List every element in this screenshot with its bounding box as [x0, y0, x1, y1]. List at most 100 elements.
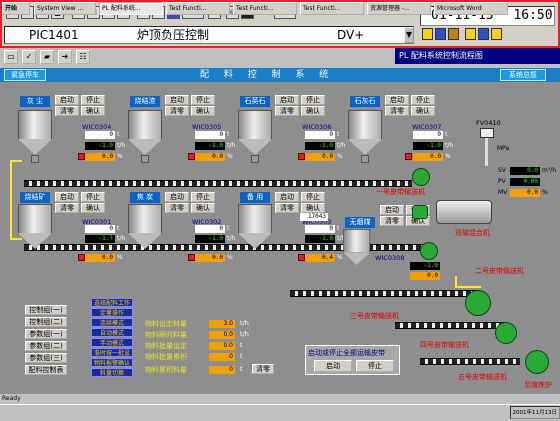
- batching-table-button[interactable]: 配料控制表: [25, 365, 67, 375]
- param-label: 物料批量设定: [145, 342, 187, 350]
- confirm-button[interactable]: 确认: [81, 203, 105, 213]
- unit-label: %: [227, 153, 233, 160]
- stop-button[interactable]: 停止: [191, 192, 215, 202]
- wic-tag: WIC0306: [302, 123, 332, 131]
- value-2: -1.0: [85, 142, 115, 150]
- task-test-2[interactable]: Test Functi...: [233, 2, 297, 15]
- value-2: -1.0: [413, 142, 443, 150]
- start-button[interactable]: 启动: [380, 205, 404, 215]
- mv-label: MV: [498, 189, 508, 196]
- value-1: 0: [305, 131, 335, 139]
- mode-select-button[interactable]: 选择配料工作模式: [91, 298, 133, 316]
- clear-button[interactable]: 清零: [165, 203, 189, 213]
- clear-button[interactable]: 清零: [380, 216, 404, 226]
- clear-button[interactable]: 清零: [55, 203, 79, 213]
- value-1: 0: [85, 131, 115, 139]
- wic-tag: WIC0304: [82, 123, 112, 131]
- window-icon[interactable]: ▭: [4, 50, 18, 64]
- alarm-indicator: [298, 254, 305, 261]
- stop-button[interactable]: 停止: [301, 95, 325, 105]
- control-group-1-button[interactable]: 控制组(一): [25, 305, 67, 315]
- start-all-button[interactable]: 启动: [314, 360, 352, 372]
- group-icon[interactable]: [448, 28, 459, 40]
- clear-button[interactable]: 清零: [165, 106, 189, 116]
- list-icon[interactable]: ☷: [76, 50, 90, 64]
- clear-button[interactable]: 清零: [385, 106, 409, 116]
- task-word[interactable]: Microsoft Word: [434, 2, 508, 15]
- mode-continuous-button[interactable]: 连续模式: [91, 318, 133, 327]
- stop-all-button[interactable]: 停止: [356, 360, 394, 372]
- stop-button[interactable]: 停止: [411, 95, 435, 105]
- start-button[interactable]: 启动: [55, 95, 79, 105]
- start-button[interactable]: 启动: [275, 192, 299, 202]
- stop-button[interactable]: 停止: [81, 95, 105, 105]
- hopper-label: 备 用: [240, 192, 270, 203]
- folder-icon[interactable]: ▰: [40, 50, 54, 64]
- param-value: 0: [209, 366, 235, 374]
- start-button[interactable]: 启动: [275, 95, 299, 105]
- start-button[interactable]: 启动: [55, 192, 79, 202]
- clear-total-button[interactable]: 清零: [252, 364, 274, 374]
- hopper-5: [18, 204, 52, 249]
- start-button[interactable]: 开始: [2, 2, 30, 15]
- arrow-icon[interactable]: ➜: [58, 50, 72, 64]
- mode-auto-button[interactable]: 自动模式: [91, 328, 133, 337]
- trend-icon[interactable]: [422, 28, 433, 40]
- confirm-button[interactable]: 确认: [411, 106, 435, 116]
- chevron-down-icon[interactable]: ▼: [404, 27, 414, 43]
- emergency-stop-button[interactable]: 紧急停车: [4, 69, 46, 81]
- faceplate-icon[interactable]: [435, 28, 446, 40]
- task-explorer[interactable]: 资源管理器 -...: [367, 2, 431, 15]
- param-unit: t/h: [240, 319, 249, 327]
- param-value[interactable]: 3.0: [209, 320, 235, 328]
- mode-batch-button[interactable]: 准时按一批设定: [91, 348, 133, 366]
- secondary-toolbar: ▭ ✓ ▰ ➜ ☷: [0, 50, 105, 66]
- confirm-button[interactable]: 确认: [81, 106, 105, 116]
- param-group-1-button[interactable]: 参数组(一): [25, 329, 67, 339]
- value-3: 0.0: [413, 153, 443, 161]
- confirm-button[interactable]: 确认: [191, 106, 215, 116]
- value-3: 0.0: [85, 153, 115, 161]
- folder-icon[interactable]: [491, 28, 502, 40]
- stop-button[interactable]: 停止: [301, 192, 325, 202]
- param-group-3-button[interactable]: 参数组(三): [25, 353, 67, 363]
- window-icon[interactable]: [478, 28, 489, 40]
- task-test-3[interactable]: Test Functi...: [300, 2, 364, 15]
- hopper-1-controls: 启动 停止 清零 确认: [55, 95, 105, 117]
- param-value[interactable]: 0.0: [209, 342, 235, 350]
- check-icon[interactable]: ✓: [22, 50, 36, 64]
- start-button[interactable]: 启动: [165, 192, 189, 202]
- alarm-icon[interactable]: [465, 28, 476, 40]
- hopper-7: [238, 204, 272, 249]
- system-title: 配 料 控 制 系 统: [200, 70, 335, 80]
- mode-manual-button[interactable]: 手动模式: [91, 338, 133, 347]
- mode-quantitative-button[interactable]: 定量操作: [91, 308, 133, 317]
- unit-label: t: [227, 131, 230, 138]
- start-button[interactable]: 启动: [385, 95, 409, 105]
- alarm-confirm-button[interactable]: 物料报警确认: [91, 358, 133, 367]
- unit-label: t: [117, 225, 120, 232]
- belt5-label: 五号皮带输送机: [458, 373, 507, 381]
- feed-switch-button[interactable]: 料量切换: [91, 368, 133, 377]
- clear-button[interactable]: 清零: [55, 106, 79, 116]
- system-overview-button[interactable]: 系统总揽: [500, 69, 546, 81]
- param-group-2-button[interactable]: 参数组(二): [25, 341, 67, 351]
- clear-button[interactable]: 清零: [275, 106, 299, 116]
- valve-tag: FV0410: [476, 119, 501, 127]
- tag-selector[interactable]: PIC1401 炉顶负压控制 DV+: [4, 26, 414, 44]
- confirm-button[interactable]: 确认: [301, 106, 325, 116]
- wic-tag: WIC0308: [375, 254, 405, 262]
- value-1: 0: [195, 225, 225, 233]
- task-system-view[interactable]: System View ...: [34, 2, 96, 15]
- confirm-button[interactable]: 确认: [191, 203, 215, 213]
- task-pl-system[interactable]: PL 配料系统...: [99, 2, 163, 15]
- stop-button[interactable]: 停止: [81, 192, 105, 202]
- hopper-3-controls: 启动 停止 清零 确认: [275, 95, 325, 117]
- control-group-2-button[interactable]: 控制组(二): [25, 317, 67, 327]
- start-button[interactable]: 启动: [165, 95, 189, 105]
- clear-button[interactable]: 清零: [275, 203, 299, 213]
- tag-id: PIC1401: [29, 28, 79, 42]
- confirm-button[interactable]: 确认: [301, 203, 325, 213]
- task-test-1[interactable]: Test Functi...: [166, 2, 230, 15]
- stop-button[interactable]: 停止: [191, 95, 215, 105]
